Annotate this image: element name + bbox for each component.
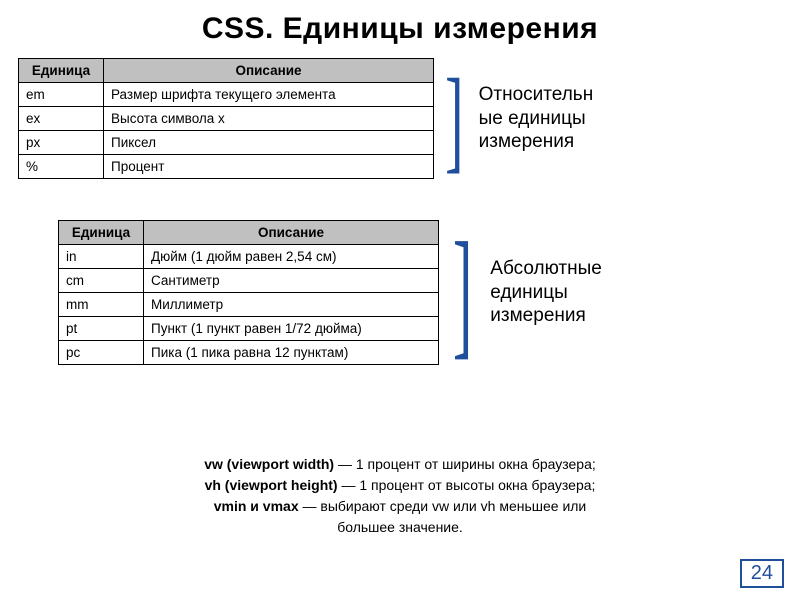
relative-units-table: Единица Описание em Размер шрифта текуще… xyxy=(18,58,434,179)
relative-units-label: Относительн ые единицы измерения xyxy=(479,83,594,154)
unit-cell: cm xyxy=(59,269,144,293)
unit-cell: % xyxy=(19,155,104,179)
table-header-row: Единица Описание xyxy=(59,221,439,245)
vminmax-desc: — выбирают среди vw или vh меньшее или xyxy=(299,498,587,514)
unit-cell: pt xyxy=(59,317,144,341)
desc-cell: Процент xyxy=(104,155,434,179)
unit-cell: px xyxy=(19,131,104,155)
vw-term: vw (viewport width) xyxy=(204,456,334,472)
desc-cell: Дюйм (1 дюйм равен 2,54 см) xyxy=(144,245,439,269)
table-row: pc Пика (1 пика равна 12 пунктам) xyxy=(59,341,439,365)
header-desc: Описание xyxy=(104,59,434,83)
unit-cell: em xyxy=(19,83,104,107)
header-unit: Единица xyxy=(19,59,104,83)
unit-cell: ex xyxy=(19,107,104,131)
unit-cell: in xyxy=(59,245,144,269)
header-unit: Единица xyxy=(59,221,144,245)
vh-term: vh (viewport height) xyxy=(205,477,338,493)
label-line: измерения xyxy=(490,305,585,326)
table-row: in Дюйм (1 дюйм равен 2,54 см) xyxy=(59,245,439,269)
vw-desc: — 1 процент от ширины окна браузера; xyxy=(334,456,596,472)
label-line: единицы xyxy=(490,282,568,303)
desc-cell: Сантиметр xyxy=(144,269,439,293)
footer-notes: vw (viewport width) — 1 процент от ширин… xyxy=(0,454,800,538)
table-row: ex Высота символа x xyxy=(19,107,434,131)
table-row: mm Миллиметр xyxy=(59,293,439,317)
table-row: % Процент xyxy=(19,155,434,179)
table-row: em Размер шрифта текущего элемента xyxy=(19,83,434,107)
desc-cell: Пиксел xyxy=(104,131,434,155)
desc-cell: Пункт (1 пункт равен 1/72 дюйма) xyxy=(144,317,439,341)
absolute-units-label: Абсолютные единицы измерения xyxy=(490,257,602,328)
desc-cell: Размер шрифта текущего элемента xyxy=(104,83,434,107)
relative-units-section: Единица Описание em Размер шрифта текуще… xyxy=(18,58,593,179)
label-line: ые единицы xyxy=(479,108,586,129)
desc-cell: Высота символа x xyxy=(104,107,434,131)
label-line: Абсолютные xyxy=(490,258,602,279)
unit-cell: pc xyxy=(59,341,144,365)
table-row: px Пиксел xyxy=(19,131,434,155)
desc-cell: Миллиметр xyxy=(144,293,439,317)
unit-cell: mm xyxy=(59,293,144,317)
desc-cell: Пика (1 пика равна 12 пунктам) xyxy=(144,341,439,365)
slide-title: CSS. Единицы измерения xyxy=(0,0,800,56)
table-row: cm Сантиметр xyxy=(59,269,439,293)
absolute-units-table: Единица Описание in Дюйм (1 дюйм равен 2… xyxy=(58,220,439,365)
vminmax-term: vmin и vmax xyxy=(214,498,299,514)
absolute-units-section: Единица Описание in Дюйм (1 дюйм равен 2… xyxy=(58,220,602,365)
header-desc: Описание xyxy=(144,221,439,245)
vh-desc: — 1 процент от высоты окна браузера; xyxy=(338,477,596,493)
table-row: pt Пункт (1 пункт равен 1/72 дюйма) xyxy=(59,317,439,341)
page-number: 24 xyxy=(740,559,784,588)
label-line: Относительн xyxy=(479,84,594,105)
table-header-row: Единица Описание xyxy=(19,59,434,83)
label-line: измерения xyxy=(479,131,574,152)
vminmax-desc2: большее значение. xyxy=(337,519,463,535)
